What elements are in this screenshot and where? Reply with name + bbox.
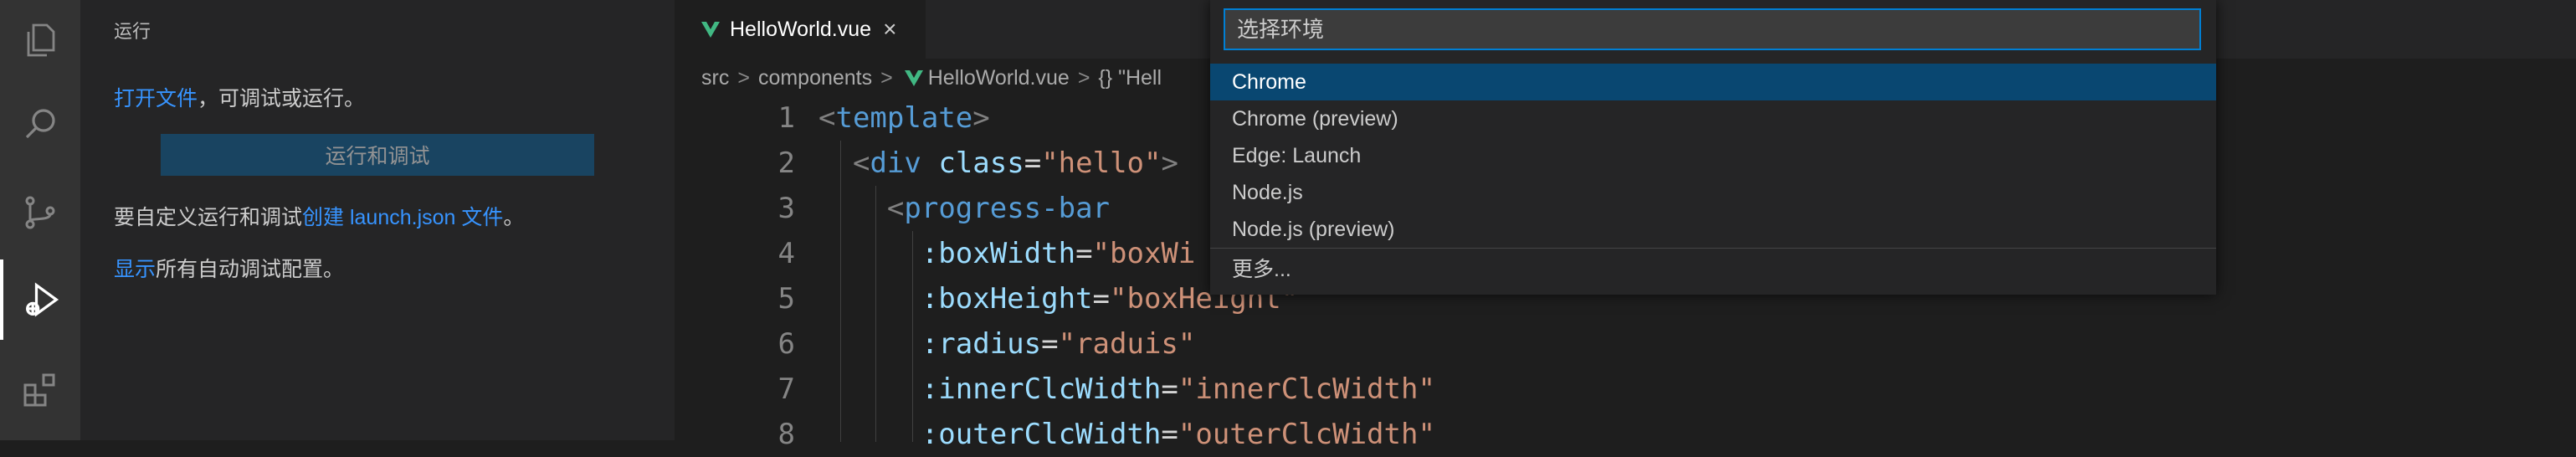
custom-config-text: 要自定义运行和调试 [114, 206, 303, 229]
show-link[interactable]: 显示 [114, 258, 156, 281]
line-number: 4 [777, 237, 795, 270]
code-token: "outerClcWidth" [1178, 418, 1435, 451]
breadcrumb-item[interactable]: components [758, 66, 872, 90]
breadcrumb-item[interactable]: src [701, 66, 729, 90]
code-token: < [852, 146, 870, 180]
activity-bar [0, 0, 80, 440]
show-config-text: 所有自动调试配置。 [156, 258, 345, 281]
run-and-debug-button[interactable]: 运行和调试 [161, 134, 594, 176]
code-text: :innerClcWidth="innerClcWidth" [818, 372, 1435, 406]
close-icon[interactable]: × [883, 16, 896, 43]
line-number: 3 [777, 192, 795, 225]
environment-option[interactable]: Edge: Launch [1210, 137, 2216, 174]
code-token: = [1075, 237, 1093, 270]
code-token: = [1092, 282, 1111, 316]
vue-icon [904, 69, 923, 86]
explorer-icon[interactable] [0, 0, 80, 80]
code-token: class [938, 146, 1024, 180]
code-token: "innerClcWidth" [1178, 372, 1435, 406]
show-config-line: 显示所有自动调试配置。 [114, 253, 344, 283]
create-launch-json-link[interactable]: 创建 launch.json 文件 [302, 206, 503, 229]
code-line: 6 :radius="raduis" [675, 321, 2576, 367]
code-text: :radius="raduis" [818, 327, 1196, 361]
vue-icon [701, 21, 720, 38]
code-token: :boxHeight [921, 282, 1093, 316]
breadcrumb-item[interactable]: HelloWorld.vue [928, 66, 1070, 90]
line-number: 1 [777, 101, 795, 135]
open-file-text: ，可调试或运行。 [198, 87, 366, 110]
tab-label: HelloWorld.vue [730, 17, 872, 41]
code-token: > [972, 101, 990, 135]
code-text: <div class="hello"> [818, 146, 1178, 180]
custom-config-suffix: 。 [503, 206, 525, 229]
breadcrumb-separator: > [880, 65, 893, 90]
code-token: > [1161, 146, 1178, 180]
code-token: :innerClcWidth [921, 372, 1162, 406]
code-text: <progress-bar [818, 192, 1110, 225]
breadcrumb-separator: > [737, 65, 750, 90]
code-token: template [835, 101, 973, 135]
code-text: :outerClcWidth="outerClcWidth" [818, 418, 1435, 451]
code-token: div [870, 146, 921, 180]
code-token: "hello" [1041, 146, 1162, 180]
environment-option[interactable]: Node.js [1210, 174, 2216, 211]
code-token: < [818, 101, 836, 135]
code-token: = [1161, 418, 1178, 451]
run-debug-icon[interactable] [0, 259, 80, 340]
quick-pick: 更多... ChromeChrome (preview)Edge: Launch… [1210, 0, 2216, 295]
code-token: :boxWidth [921, 237, 1076, 270]
breadcrumb: src > components > HelloWorld.vue > {} "Hell [701, 64, 1162, 92]
breadcrumb-separator: > [1077, 65, 1090, 90]
environment-option[interactable]: Chrome (preview) [1210, 100, 2216, 137]
tab-helloworld[interactable]: HelloWorld.vue × [675, 0, 926, 59]
sidebar-title: 运行 [114, 21, 151, 42]
code-token: "raduis" [1058, 327, 1196, 361]
code-token: = [1161, 372, 1178, 406]
source-control-icon[interactable] [0, 172, 80, 253]
code-text: <template> [818, 101, 990, 135]
code-token: :radius [921, 327, 1042, 361]
custom-config-line: 要自定义运行和调试创建 launch.json 文件。 [114, 201, 524, 231]
code-token: = [1041, 327, 1059, 361]
code-token: < [886, 192, 905, 225]
code-line: 7 :innerClcWidth="innerClcWidth" [675, 367, 2576, 412]
line-number: 5 [777, 282, 795, 316]
breadcrumb-item[interactable]: {} "Hell [1098, 66, 1162, 90]
line-number: 8 [777, 418, 795, 451]
line-number: 7 [777, 372, 795, 406]
search-icon[interactable] [0, 84, 80, 164]
extensions-icon[interactable] [0, 350, 80, 430]
more-item[interactable]: 更多... [1210, 249, 2216, 286]
divider [1210, 248, 2216, 249]
code-token: = [1024, 146, 1042, 180]
code-text: :boxWidth="boxWi [818, 237, 1196, 270]
code-token: :outerClcWidth [921, 418, 1162, 451]
environment-option[interactable]: Node.js (preview) [1210, 211, 2216, 248]
run-sidebar: 运行 打开文件，可调试或运行。 运行和调试 要自定义运行和调试创建 launch… [80, 0, 675, 440]
code-token: progress-bar [904, 192, 1111, 225]
environment-input[interactable] [1224, 8, 2201, 50]
line-number: 2 [777, 146, 795, 180]
open-file-link[interactable]: 打开文件 [114, 87, 198, 110]
open-file-line: 打开文件，可调试或运行。 [114, 82, 365, 112]
environment-option[interactable]: Chrome [1210, 64, 2216, 100]
line-number: 6 [777, 327, 795, 361]
code-token: "boxWi [1092, 237, 1196, 270]
code-line: 8 :outerClcWidth="outerClcWidth" [675, 412, 2576, 457]
